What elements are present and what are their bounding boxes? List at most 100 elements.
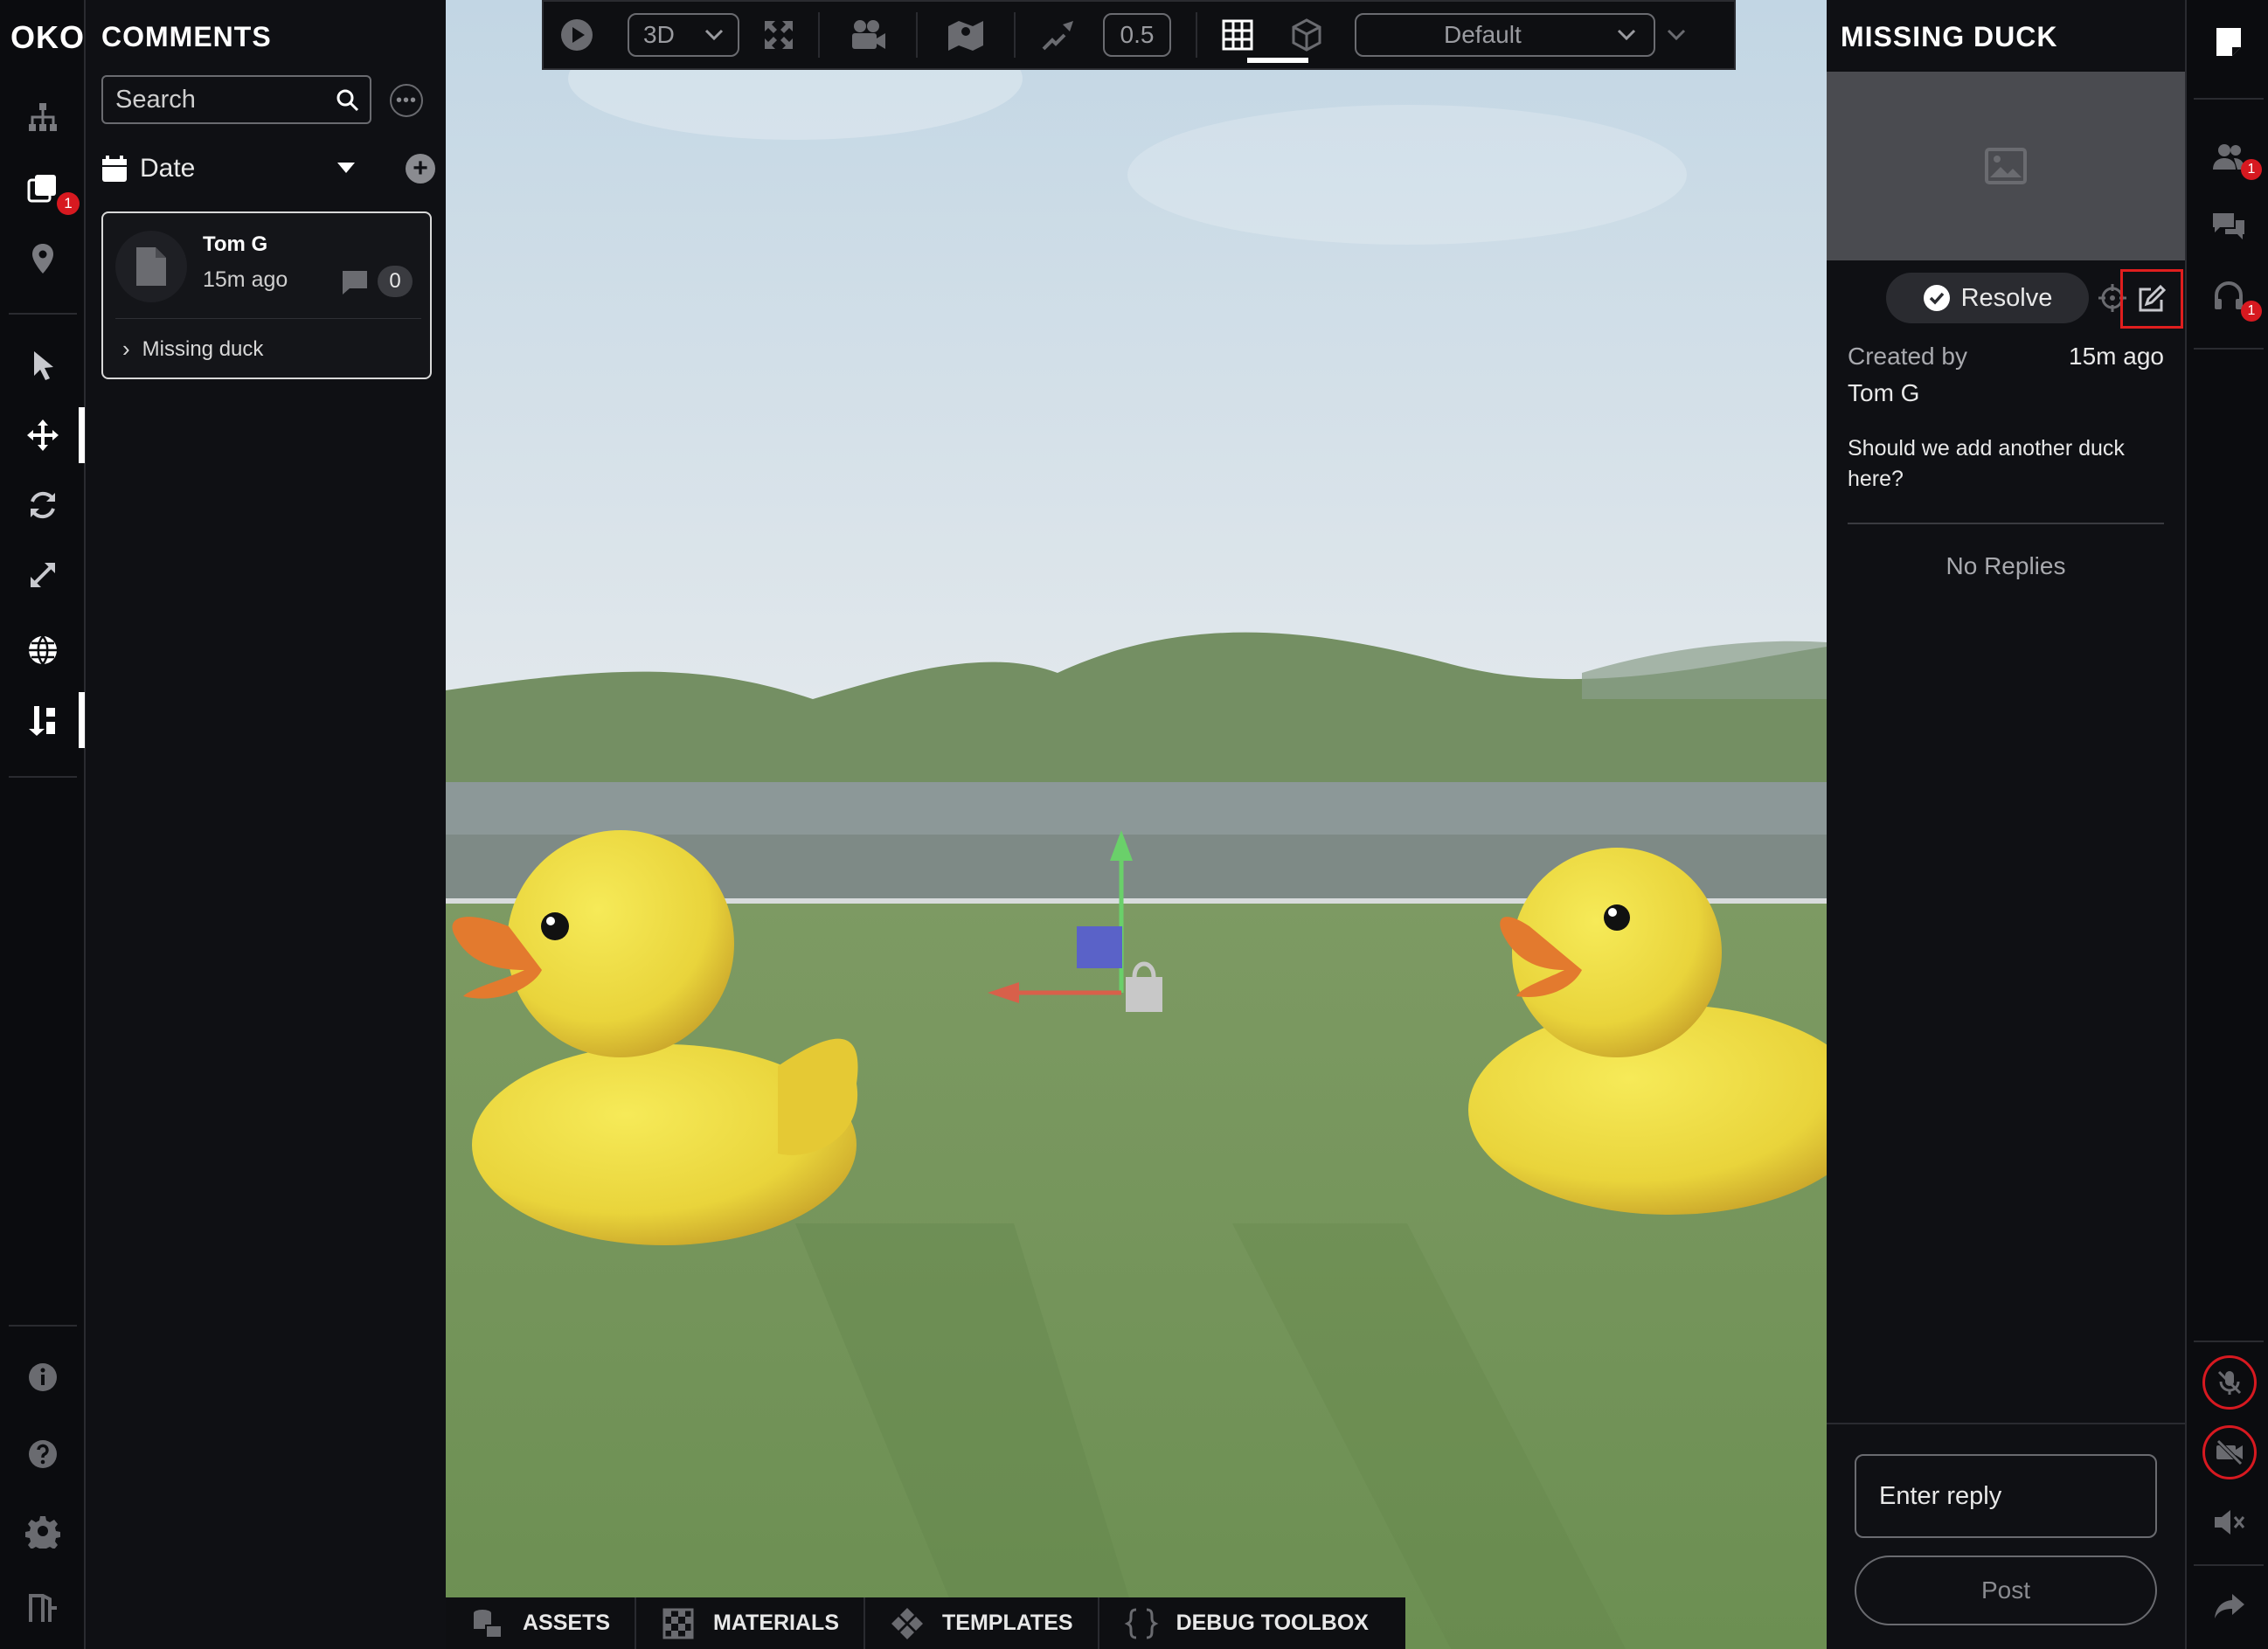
more-options-button[interactable]: •••: [390, 84, 423, 117]
help-button[interactable]: [15, 1426, 71, 1482]
sort-label: Date: [140, 154, 196, 183]
audio-badge: 1: [2241, 301, 2262, 322]
chevron-down-icon: [1667, 29, 1686, 41]
comment-subject-row[interactable]: › Missing duck: [122, 336, 263, 363]
post-reply-button[interactable]: Post: [1855, 1555, 2157, 1625]
reply-divider: [1827, 1423, 2185, 1424]
cube-icon: [1292, 18, 1321, 52]
rail-divider: [9, 313, 77, 315]
asset-tabs-bar: ASSETS MATERIALS TEMPLATES DEBUG TOOLBOX: [446, 1597, 1405, 1649]
calendar-icon: [102, 156, 127, 182]
audio-button[interactable]: 1: [2201, 269, 2262, 325]
comment-detail-title: MISSING DUCK: [1841, 21, 2058, 52]
comments-panel-title: COMMENTS: [101, 21, 272, 52]
scale-icon: [31, 563, 55, 587]
select-tool-button[interactable]: [15, 337, 71, 393]
rail-divider: [2194, 1564, 2264, 1566]
settings-button[interactable]: [15, 1503, 71, 1559]
speaker-toggle-button[interactable]: [2201, 1494, 2257, 1550]
chat-bubbles-icon: [2213, 213, 2244, 239]
comments-badge: 1: [57, 192, 80, 215]
snap-button[interactable]: [15, 692, 71, 748]
share-button[interactable]: [2201, 1578, 2257, 1634]
exit-button[interactable]: [15, 1580, 71, 1636]
sort-dropdown[interactable]: Date +: [101, 147, 435, 191]
comment-screenshot-placeholder[interactable]: [1827, 72, 2185, 260]
comments-stack-icon: [27, 175, 56, 203]
assets-icon: [474, 1609, 503, 1639]
view-mode-dropdown[interactable]: 3D: [628, 13, 739, 57]
materials-tab[interactable]: MATERIALS: [636, 1597, 866, 1649]
checkerboard-icon: [662, 1608, 694, 1639]
rotate-icon: [31, 491, 55, 519]
snap-toggle-button[interactable]: [1016, 10, 1103, 59]
search-input[interactable]: [115, 85, 325, 114]
rotate-tool-button[interactable]: [15, 477, 71, 533]
hierarchy-icon: [29, 103, 57, 131]
share-arrow-icon: [2215, 1594, 2244, 1618]
grid-toggle-button[interactable]: [1201, 10, 1274, 59]
bounding-box-button[interactable]: [1274, 10, 1339, 59]
check-circle-icon: [1923, 285, 1950, 311]
toolbar-divider: [1196, 12, 1197, 58]
snap-value-input[interactable]: 0.5: [1103, 13, 1171, 57]
world-space-button[interactable]: [15, 622, 71, 678]
chat-button[interactable]: [2201, 199, 2257, 255]
microphone-toggle-button[interactable]: [2202, 1355, 2257, 1410]
assets-tab[interactable]: ASSETS: [446, 1597, 637, 1649]
chevron-right-icon: ›: [122, 336, 130, 362]
view-mode-value: 3D: [643, 21, 675, 48]
play-icon: [561, 19, 593, 51]
chevron-down-icon: [1617, 29, 1636, 41]
note-icon: [2216, 28, 2241, 56]
comment-body: Should we add another duck here?: [1848, 436, 2125, 491]
map-view-button[interactable]: [918, 10, 1014, 59]
map-pin-icon: [32, 244, 53, 274]
creator-name: Tom G: [1848, 379, 1920, 406]
grid-icon: [1222, 19, 1253, 51]
camera-toggle-button[interactable]: [2202, 1425, 2257, 1479]
search-box: [101, 75, 371, 124]
chevron-down-icon: [704, 29, 724, 41]
reply-input[interactable]: [1855, 1454, 2157, 1538]
templates-tab[interactable]: TEMPLATES: [865, 1597, 1099, 1649]
comments-button[interactable]: 1: [15, 161, 80, 217]
map-icon: [948, 21, 983, 51]
users-button[interactable]: 1: [2201, 129, 2262, 185]
3d-viewport[interactable]: 3D 0.5 Default ASSETS MATERIALS TEMPLATE…: [446, 0, 1827, 1649]
fit-view-button[interactable]: [739, 10, 818, 59]
camera-preset-dropdown[interactable]: Default: [1355, 13, 1655, 57]
camera-muted-icon: [2216, 1439, 2243, 1465]
no-replies-text: No Replies: [1945, 552, 2066, 579]
rail-divider: [9, 1325, 77, 1327]
play-button[interactable]: [544, 10, 610, 59]
resolve-button[interactable]: Resolve: [1886, 273, 2089, 323]
move-icon: [27, 419, 59, 451]
debug-toolbox-tab[interactable]: DEBUG TOOLBOX: [1099, 1597, 1393, 1649]
gear-icon: [25, 1516, 60, 1549]
camera-button[interactable]: [820, 10, 916, 59]
comment-card[interactable]: Tom G 15m ago 0 › Missing duck: [101, 211, 432, 379]
video-camera-icon: [852, 20, 885, 49]
rail-divider: [9, 776, 77, 778]
assets-tab-label: ASSETS: [523, 1611, 611, 1635]
card-divider: [115, 318, 421, 319]
edit-comment-button[interactable]: [2120, 269, 2183, 329]
hierarchy-button[interactable]: [15, 89, 71, 145]
scale-tool-button[interactable]: [15, 547, 71, 603]
search-icon[interactable]: [335, 87, 361, 114]
document-avatar: [115, 231, 187, 302]
info-icon: [29, 1363, 57, 1391]
toolbar-overflow-button[interactable]: [1655, 10, 1697, 59]
move-tool-button[interactable]: [15, 407, 71, 463]
grid-active-indicator: [1247, 58, 1308, 63]
snap-icon: [29, 706, 55, 736]
locations-button[interactable]: [15, 231, 71, 287]
info-button[interactable]: [15, 1349, 71, 1405]
image-icon: [1985, 148, 2027, 184]
snap-active-indicator: [79, 692, 85, 748]
users-badge: 1: [2241, 159, 2262, 180]
comment-author: Tom G: [203, 232, 268, 256]
notes-button[interactable]: [2201, 14, 2257, 70]
add-comment-button[interactable]: +: [406, 154, 435, 184]
